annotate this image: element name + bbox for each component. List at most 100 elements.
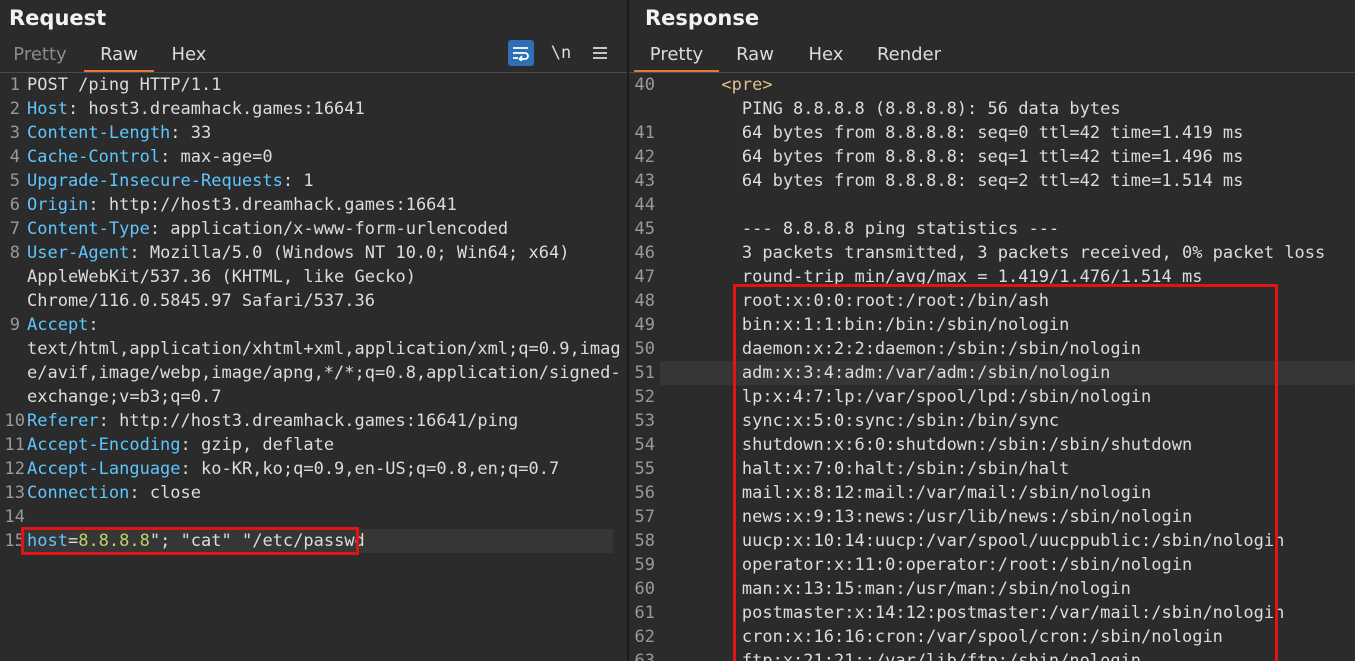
header-value: : ko-KR,ko;q=0.9,en-US;q=0.8,en;q=0.7 [180, 459, 560, 479]
line-number: 9 [9, 315, 20, 335]
line-content: 3 packets transmitted, 3 packets receive… [660, 241, 1325, 265]
response-text: 64 bytes from 8.8.8.8: seq=0 ttl=42 time… [660, 123, 1244, 143]
payload-highlight-box [21, 527, 359, 555]
line-content: text/html,application/xhtml+xml,applicat… [27, 337, 621, 361]
request-tab-pretty[interactable]: Pretty [4, 43, 76, 72]
header-value: : 33 [170, 123, 212, 143]
line-number: 40 [634, 75, 655, 95]
line-number: 2 [9, 99, 20, 119]
request-tab-raw[interactable]: Raw [84, 43, 154, 72]
response-tab-hex[interactable]: Hex [799, 43, 853, 72]
header-value: : gzip, deflate [180, 435, 335, 455]
header-value: : application/x-www-form-urlencoded [149, 219, 509, 239]
line-number: 63 [634, 651, 655, 661]
line-content: 64 bytes from 8.8.8.8: seq=2 ttl=42 time… [660, 169, 1244, 193]
request-line: 4 Cache-Control: max-age=0 [0, 145, 627, 169]
line-number: 11 [4, 435, 25, 455]
line-number: 12 [4, 459, 25, 479]
response-line: 43 64 bytes from 8.8.8.8: seq=2 ttl=42 t… [629, 169, 1355, 193]
line-number: 41 [634, 123, 655, 143]
header-value: text/html,application/xhtml+xml,applicat… [27, 339, 621, 359]
hamburger-menu-icon[interactable] [587, 40, 613, 66]
line-number: 59 [634, 555, 655, 575]
response-tab-raw[interactable]: Raw [727, 43, 783, 72]
line-content: Upgrade-Insecure-Requests: 1 [27, 169, 314, 193]
response-tab-render[interactable]: Render [869, 43, 949, 72]
response-tab-pretty[interactable]: Pretty [634, 43, 719, 72]
response-line: 45 --- 8.8.8.8 ping statistics --- [629, 217, 1355, 241]
request-line: 9 Accept: [0, 313, 627, 337]
line-number: 1 [9, 75, 20, 95]
request-panel: Request Pretty Raw Hex \n 1 POST /ping HT… [0, 0, 627, 661]
line-number: 52 [634, 387, 655, 407]
header-name: Host [27, 99, 68, 119]
line-content: 64 bytes from 8.8.8.8: seq=1 ttl=42 time… [660, 145, 1244, 169]
line-number: 46 [634, 243, 655, 263]
line-number: 5 [9, 171, 20, 191]
header-name: Accept-Encoding [27, 435, 181, 455]
line-content: Cache-Control: max-age=0 [27, 145, 273, 169]
header-name: User-Agent [27, 243, 130, 263]
header-name: Content-Length [27, 123, 171, 143]
response-title: Response [645, 6, 760, 30]
header-value: : host3.dreamhack.games:16641 [67, 99, 365, 119]
line-number: 55 [634, 459, 655, 479]
line-number: 13 [4, 483, 25, 503]
response-text: 64 bytes from 8.8.8.8: seq=2 ttl=42 time… [660, 171, 1244, 191]
header-value: : http://host3.dreamhack.games:16641/pin… [98, 411, 519, 431]
request-line: Chrome/116.0.5845.97 Safari/537.36 [0, 289, 627, 313]
line-content: e/avif,image/webp,image/apng,*/*;q=0.8,a… [27, 361, 621, 385]
header-value: Chrome/116.0.5845.97 Safari/537.36 [27, 291, 375, 311]
line-content: Connection: close [27, 481, 201, 505]
header-name: Cache-Control [27, 147, 161, 167]
request-line-text: POST /ping HTTP/1.1 [27, 75, 222, 95]
header-value: : max-age=0 [160, 147, 273, 167]
header-name: Accept-Language [27, 459, 181, 479]
header-name: Accept [27, 315, 89, 335]
line-content: Content-Type: application/x-www-form-url… [27, 217, 508, 241]
line-number: 4 [9, 147, 20, 167]
line-content: --- 8.8.8.8 ping statistics --- [660, 217, 1059, 241]
response-line: 44 [629, 193, 1355, 217]
request-line: text/html,application/xhtml+xml,applicat… [0, 337, 627, 361]
line-content: Accept-Encoding: gzip, deflate [27, 433, 334, 457]
html-tag: <pre> [721, 75, 773, 95]
line-number: 6 [9, 195, 20, 215]
passwd-output-highlight-box [733, 284, 1278, 661]
response-text: --- 8.8.8.8 ping statistics --- [660, 219, 1060, 239]
response-line: 40 <pre> [629, 73, 1355, 97]
line-content: Host: host3.dreamhack.games:16641 [27, 97, 365, 121]
line-content: AppleWebKit/537.36 (KHTML, like Gecko) [27, 265, 416, 289]
header-name: Upgrade-Insecure-Requests [27, 171, 283, 191]
request-tab-hex[interactable]: Hex [160, 43, 218, 72]
line-content: Chrome/116.0.5845.97 Safari/537.36 [27, 289, 375, 313]
response-text: PING 8.8.8.8 (8.8.8.8): 56 data bytes [660, 99, 1121, 119]
line-number: 8 [9, 243, 20, 263]
line-number: 60 [634, 579, 655, 599]
line-number: 58 [634, 531, 655, 551]
wrap-lines-icon[interactable] [508, 40, 534, 66]
line-number: 45 [634, 219, 655, 239]
line-content: Content-Length: 33 [27, 121, 211, 145]
line-content: 64 bytes from 8.8.8.8: seq=0 ttl=42 time… [660, 121, 1244, 145]
line-content: PING 8.8.8.8 (8.8.8.8): 56 data bytes [660, 97, 1121, 121]
request-line: 11 Accept-Encoding: gzip, deflate [0, 433, 627, 457]
header-value: : http://host3.dreamhack.games:16641 [88, 195, 457, 215]
header-value: : Mozilla/5.0 (Windows NT 10.0; Win64; x… [129, 243, 570, 263]
line-number: 50 [634, 339, 655, 359]
header-value: exchange;v=b3;q=0.7 [27, 387, 222, 407]
line-content: User-Agent: Mozilla/5.0 (Windows NT 10.0… [27, 241, 569, 265]
newline-toggle-icon[interactable]: \n [548, 40, 574, 66]
line-number: 48 [634, 291, 655, 311]
request-line: 7 Content-Type: application/x-www-form-ur… [0, 217, 627, 241]
header-value: : [88, 315, 99, 335]
header-value: AppleWebKit/537.36 (KHTML, like Gecko) [27, 267, 416, 287]
request-line: exchange;v=b3;q=0.7 [0, 385, 627, 409]
response-editor[interactable]: 40 <pre> PING 8.8.8.8 (8.8.8.8): 56 data… [629, 73, 1355, 661]
line-number: 10 [4, 411, 25, 431]
line-content: Origin: http://host3.dreamhack.games:166… [27, 193, 457, 217]
request-editor[interactable]: 1 POST /ping HTTP/1.1 2 Host: host3.dreamha… [0, 73, 627, 661]
line-number: 3 [9, 123, 20, 143]
response-line: PING 8.8.8.8 (8.8.8.8): 56 data bytes [629, 97, 1355, 121]
request-line: e/avif,image/webp,image/apng,*/*;q=0.8,a… [0, 361, 627, 385]
